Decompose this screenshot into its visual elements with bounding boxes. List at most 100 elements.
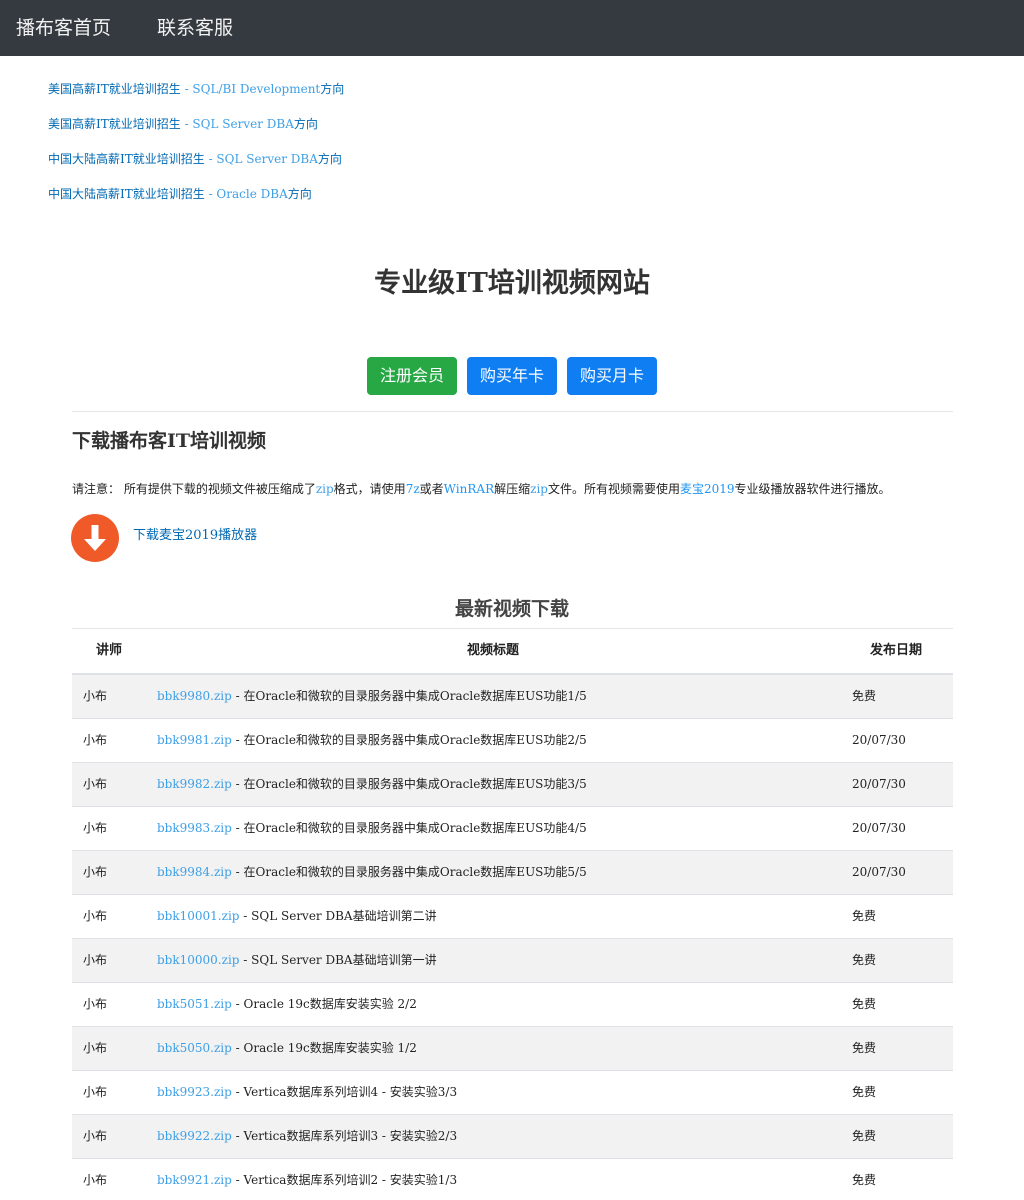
table-row: 小布 bbk9922.zip - Vertica数据库系列培训3 - 安装实验2/…: [72, 1115, 953, 1159]
promo-link-3-en: - SQL Server DBA: [204, 152, 318, 166]
promo-link-2-cn: 美国高薪IT就业培训招生: [48, 117, 181, 131]
row-lecturer: 小布: [83, 777, 108, 791]
section-divider: [72, 411, 953, 412]
promo-link-1[interactable]: 美国高薪IT就业培训招生 - SQL/BI Development方向: [48, 81, 344, 97]
promo-link-2[interactable]: 美国高薪IT就业培训招生 - SQL Server DBA方向: [48, 116, 318, 132]
row-title: bbk9982.zip - 在Oracle和微软的目录服务器中集成Oracle数…: [157, 763, 587, 806]
row-date: 免费: [852, 1129, 877, 1143]
row-file-link[interactable]: bbk5050.zip: [157, 1041, 232, 1055]
notice-zip-2: zip: [530, 482, 548, 496]
row-title-text: - Vertica数据库系列培训3 - 安装实验2/3: [231, 1129, 458, 1143]
nav-contact-link[interactable]: 联系客服: [157, 14, 233, 42]
promo-link-4[interactable]: 中国大陆高薪IT就业培训招生 - Oracle DBA方向: [48, 186, 312, 202]
download-notice: 请注意： 所有提供下载的视频文件被压缩成了zip格式，请使用7z或者WinRAR…: [72, 480, 891, 498]
download-arrow-icon[interactable]: [71, 514, 119, 562]
row-lecturer: 小布: [83, 1173, 108, 1187]
promo-link-3[interactable]: 中国大陆高薪IT就业培训招生 - SQL Server DBA方向: [48, 151, 342, 167]
table-row: 小布 bbk9923.zip - Vertica数据库系列培训4 - 安装实验3/…: [72, 1071, 953, 1115]
nav-home-link[interactable]: 播布客首页: [16, 14, 111, 42]
buy-month-card-button[interactable]: 购买月卡: [567, 357, 657, 395]
table-row: 小布 bbk5051.zip - Oracle 19c数据库安装实验 2/2 免费: [72, 983, 953, 1027]
table-row: 小布 bbk5050.zip - Oracle 19c数据库安装实验 1/2 免费: [72, 1027, 953, 1071]
row-lecturer: 小布: [83, 865, 108, 879]
table-row: 小布 bbk9984.zip - 在Oracle和微软的目录服务器中集成Oracl…: [72, 851, 953, 895]
row-title-text: - 在Oracle和微软的目录服务器中集成Oracle数据库EUS功能4/5: [231, 821, 587, 835]
table-row: 小布 bbk9921.zip - Vertica数据库系列培训2 - 安装实验1/…: [72, 1159, 953, 1200]
row-date: 免费: [852, 1041, 877, 1055]
link-winrar[interactable]: WinRAR: [444, 482, 494, 496]
row-title-text: - 在Oracle和微软的目录服务器中集成Oracle数据库EUS功能5/5: [231, 865, 587, 879]
notice-text-1: 请注意： 所有提供下载的视频文件被压缩成了: [72, 482, 316, 496]
notice-text-3: 或者: [419, 482, 444, 496]
row-title-text: - Oracle 19c数据库安装实验 2/2: [231, 997, 417, 1011]
latest-videos-title: 最新视频下载: [454, 598, 569, 620]
row-date: 20/07/30: [852, 733, 906, 747]
row-lecturer: 小布: [83, 1129, 108, 1143]
row-title: bbk9922.zip - Vertica数据库系列培训3 - 安装实验2/3: [157, 1115, 457, 1158]
promo-link-2-en: - SQL Server DBA: [180, 117, 294, 131]
row-file-link[interactable]: bbk5051.zip: [157, 997, 232, 1011]
row-title-text: - Vertica数据库系列培训4 - 安装实验3/3: [231, 1085, 458, 1099]
row-title: bbk5051.zip - Oracle 19c数据库安装实验 2/2: [157, 983, 417, 1026]
row-file-link[interactable]: bbk10001.zip: [157, 909, 239, 923]
row-date: 20/07/30: [852, 865, 906, 879]
table-row: 小布 bbk9982.zip - 在Oracle和微软的目录服务器中集成Oracl…: [72, 763, 953, 807]
row-title: bbk9981.zip - 在Oracle和微软的目录服务器中集成Oracle数…: [157, 719, 587, 762]
notice-text-6: 专业级播放器软件进行播放。: [734, 482, 891, 496]
top-navbar: 播布客首页 联系客服: [0, 0, 1024, 56]
row-file-link[interactable]: bbk10000.zip: [157, 953, 239, 967]
header-publish-date: 发布日期: [870, 643, 923, 658]
register-button[interactable]: 注册会员: [367, 357, 457, 395]
row-title-text: - SQL Server DBA基础培训第二讲: [239, 909, 437, 923]
row-title-text: - 在Oracle和微软的目录服务器中集成Oracle数据库EUS功能1/5: [231, 689, 587, 703]
row-title-text: - Vertica数据库系列培训2 - 安装实验1/3: [231, 1173, 458, 1187]
row-title-text: - SQL Server DBA基础培训第一讲: [239, 953, 437, 967]
table-row: 小布 bbk9983.zip - 在Oracle和微软的目录服务器中集成Oracl…: [72, 807, 953, 851]
row-date: 免费: [852, 1173, 877, 1187]
video-table-body: 小布 bbk9980.zip - 在Oracle和微软的目录服务器中集成Oracl…: [72, 675, 953, 1200]
notice-zip-1: zip: [315, 482, 334, 496]
download-player-link[interactable]: 下载麦宝2019播放器: [133, 527, 257, 545]
promo-link-4-en: - Oracle DBA: [204, 187, 288, 201]
row-file-link[interactable]: bbk9921.zip: [157, 1173, 232, 1187]
header-video-title: 视频标题: [467, 643, 520, 658]
row-date: 20/07/30: [852, 821, 906, 835]
row-file-link[interactable]: bbk9981.zip: [157, 733, 232, 747]
table-row: 小布 bbk10000.zip - SQL Server DBA基础培训第一讲 免费: [72, 939, 953, 983]
row-title: bbk9983.zip - 在Oracle和微软的目录服务器中集成Oracle数…: [157, 807, 587, 850]
row-title: bbk10001.zip - SQL Server DBA基础培训第二讲: [157, 895, 437, 938]
notice-text-2: 格式，请使用: [333, 482, 406, 496]
buy-year-card-button[interactable]: 购买年卡: [467, 357, 557, 395]
promo-link-2-tail: 方向: [293, 117, 318, 131]
row-title-text: - 在Oracle和微软的目录服务器中集成Oracle数据库EUS功能2/5: [231, 733, 587, 747]
row-title: bbk9921.zip - Vertica数据库系列培训2 - 安装实验1/3: [157, 1159, 457, 1200]
hero-title: 专业级IT培训视频网站: [374, 268, 650, 299]
row-file-link[interactable]: bbk9984.zip: [157, 865, 232, 879]
row-lecturer: 小布: [83, 689, 108, 703]
promo-link-3-cn: 中国大陆高薪IT就业培训招生: [48, 152, 205, 166]
row-file-link[interactable]: bbk9983.zip: [157, 821, 232, 835]
table-row: 小布 bbk10001.zip - SQL Server DBA基础培训第二讲 免费: [72, 895, 953, 939]
row-title: bbk9923.zip - Vertica数据库系列培训4 - 安装实验3/3: [157, 1071, 457, 1114]
row-title: bbk9980.zip - 在Oracle和微软的目录服务器中集成Oracle数…: [157, 675, 587, 718]
row-file-link[interactable]: bbk9982.zip: [157, 777, 232, 791]
row-lecturer: 小布: [83, 1085, 108, 1099]
promo-link-1-cn: 美国高薪IT就业培训招生: [48, 82, 181, 96]
promo-link-3-tail: 方向: [317, 152, 342, 166]
row-lecturer: 小布: [83, 821, 108, 835]
row-file-link[interactable]: bbk9922.zip: [157, 1129, 232, 1143]
link-7z[interactable]: 7z: [406, 482, 420, 496]
promo-link-4-cn: 中国大陆高薪IT就业培训招生: [48, 187, 205, 201]
row-file-link[interactable]: bbk9980.zip: [157, 689, 232, 703]
row-lecturer: 小布: [83, 997, 108, 1011]
promo-link-1-tail: 方向: [320, 82, 345, 96]
row-title: bbk9984.zip - 在Oracle和微软的目录服务器中集成Oracle数…: [157, 851, 587, 894]
row-file-link[interactable]: bbk9923.zip: [157, 1085, 232, 1099]
link-player[interactable]: 麦宝2019: [680, 482, 735, 496]
section-title: 下载播布客IT培训视频: [72, 430, 267, 452]
row-date: 20/07/30: [852, 777, 906, 791]
promo-link-4-tail: 方向: [287, 187, 312, 201]
list-title-divider: [72, 628, 953, 629]
row-title: bbk5050.zip - Oracle 19c数据库安装实验 1/2: [157, 1027, 417, 1070]
row-lecturer: 小布: [83, 1041, 108, 1055]
